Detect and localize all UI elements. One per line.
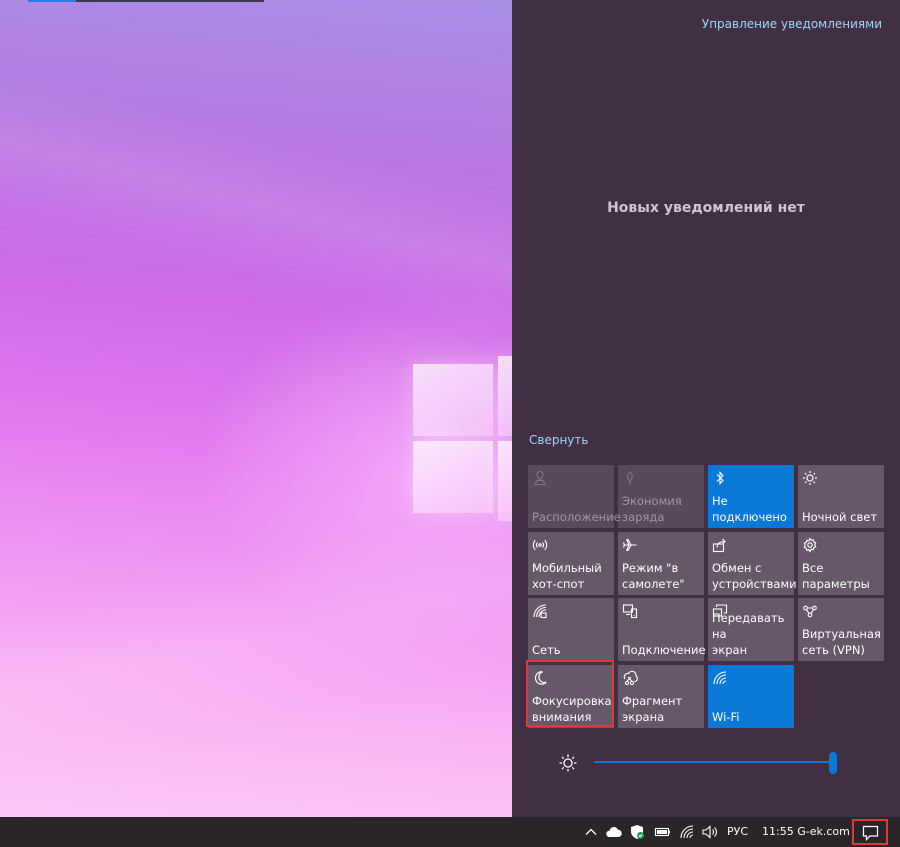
nearby-sharing-icon bbox=[712, 537, 728, 553]
tile-label: Фокусировка внимания bbox=[532, 694, 612, 724]
brightness-slider-thumb[interactable] bbox=[829, 752, 837, 774]
wallpaper-light-beam bbox=[0, 44, 512, 356]
night-light-icon bbox=[802, 470, 818, 486]
window-edge-accent bbox=[28, 0, 76, 2]
tile-label: Передавать на экран bbox=[712, 611, 785, 657]
action-center-panel: Управление уведомлениями Новых уведомлен… bbox=[512, 0, 900, 817]
windows-logo-pane bbox=[498, 441, 512, 521]
focus-assist-moon-icon bbox=[532, 670, 548, 686]
windows-logo-pane bbox=[413, 364, 493, 436]
vpn-icon bbox=[802, 603, 818, 619]
wifi-icon bbox=[712, 670, 728, 686]
tile-mobile-hotspot[interactable]: Мобильный хот-спот bbox=[528, 532, 614, 595]
chevron-up-icon[interactable] bbox=[584, 824, 598, 840]
collapse-link[interactable]: Свернуть bbox=[529, 433, 588, 447]
tile-network[interactable]: Сеть bbox=[528, 598, 614, 661]
desktop-wallpaper bbox=[0, 0, 512, 817]
taskbar-clock[interactable]: 11:55 G-ek.com bbox=[762, 825, 850, 838]
tile-label: Обмен с устройствами bbox=[712, 561, 797, 591]
tile-screen-snip[interactable]: Фрагмент экрана bbox=[618, 665, 704, 728]
location-icon bbox=[532, 470, 548, 486]
network-icon bbox=[532, 603, 548, 619]
tile-label: Все параметры bbox=[802, 561, 870, 591]
tile-label: Wi-Fi bbox=[712, 710, 740, 724]
screen-snip-icon bbox=[622, 670, 638, 686]
onedrive-cloud-icon[interactable] bbox=[605, 824, 623, 840]
mobile-hotspot-icon bbox=[532, 537, 548, 553]
tile-all-settings[interactable]: Все параметры bbox=[798, 532, 884, 595]
tile-nearby-sharing[interactable]: Обмен с устройствами bbox=[708, 532, 797, 595]
brightness-slider-track[interactable] bbox=[594, 761, 837, 763]
tile-label: Экономия заряда bbox=[622, 494, 682, 524]
tile-label: Расположение bbox=[532, 510, 621, 524]
tile-focus-assist[interactable]: Фокусировка внимания bbox=[528, 665, 614, 728]
brightness-control bbox=[558, 752, 843, 774]
tile-bluetooth[interactable]: Не подключено bbox=[708, 465, 794, 528]
notification-icon bbox=[862, 825, 879, 841]
brightness-sun-icon bbox=[558, 753, 578, 773]
manage-notifications-link[interactable]: Управление уведомлениями bbox=[702, 17, 882, 31]
screen: Управление уведомлениями Новых уведомлен… bbox=[0, 0, 900, 847]
tile-label: Режим "в самолете" bbox=[622, 561, 685, 591]
windows-logo-pane bbox=[498, 356, 512, 436]
tile-night-light[interactable]: Ночной свет bbox=[798, 465, 884, 528]
tile-label: Сеть bbox=[532, 643, 561, 657]
battery-saver-icon bbox=[622, 470, 638, 486]
tile-airplane-mode[interactable]: Режим "в самолете" bbox=[618, 532, 704, 595]
taskbar: РУС 11:55 G-ek.com bbox=[0, 817, 900, 847]
settings-gear-icon bbox=[802, 537, 818, 553]
windows-security-icon[interactable] bbox=[629, 824, 645, 840]
wallpaper-light-beam bbox=[0, 486, 512, 794]
no-notifications-message: Новых уведомлений нет bbox=[607, 200, 805, 216]
tile-battery-saver[interactable]: Экономия заряда bbox=[618, 465, 704, 528]
tile-vpn[interactable]: Виртуальная сеть (VPN) bbox=[798, 598, 884, 661]
connect-icon bbox=[622, 603, 638, 619]
input-language-indicator[interactable]: РУС bbox=[727, 825, 748, 838]
battery-icon[interactable] bbox=[654, 824, 672, 840]
volume-icon[interactable] bbox=[701, 824, 719, 840]
window-edge bbox=[28, 0, 264, 2]
tile-project[interactable]: Передавать на экран bbox=[708, 598, 794, 661]
tile-location[interactable]: Расположение bbox=[528, 465, 621, 528]
tile-label: Ночной свет bbox=[802, 510, 878, 524]
tile-label: Подключение bbox=[622, 643, 706, 657]
tile-label: Не подключено bbox=[712, 494, 787, 524]
tile-connect[interactable]: Подключение bbox=[618, 598, 706, 661]
tile-wifi[interactable]: Wi-Fi bbox=[708, 665, 794, 728]
wifi-icon[interactable] bbox=[679, 824, 695, 840]
bluetooth-icon bbox=[712, 470, 728, 486]
windows-logo-pane bbox=[413, 441, 493, 513]
tile-label: Мобильный хот-спот bbox=[532, 561, 602, 591]
action-center-button[interactable] bbox=[852, 819, 888, 845]
tile-label: Виртуальная сеть (VPN) bbox=[802, 627, 881, 657]
airplane-icon bbox=[622, 537, 638, 553]
tile-label: Фрагмент экрана bbox=[622, 694, 683, 724]
